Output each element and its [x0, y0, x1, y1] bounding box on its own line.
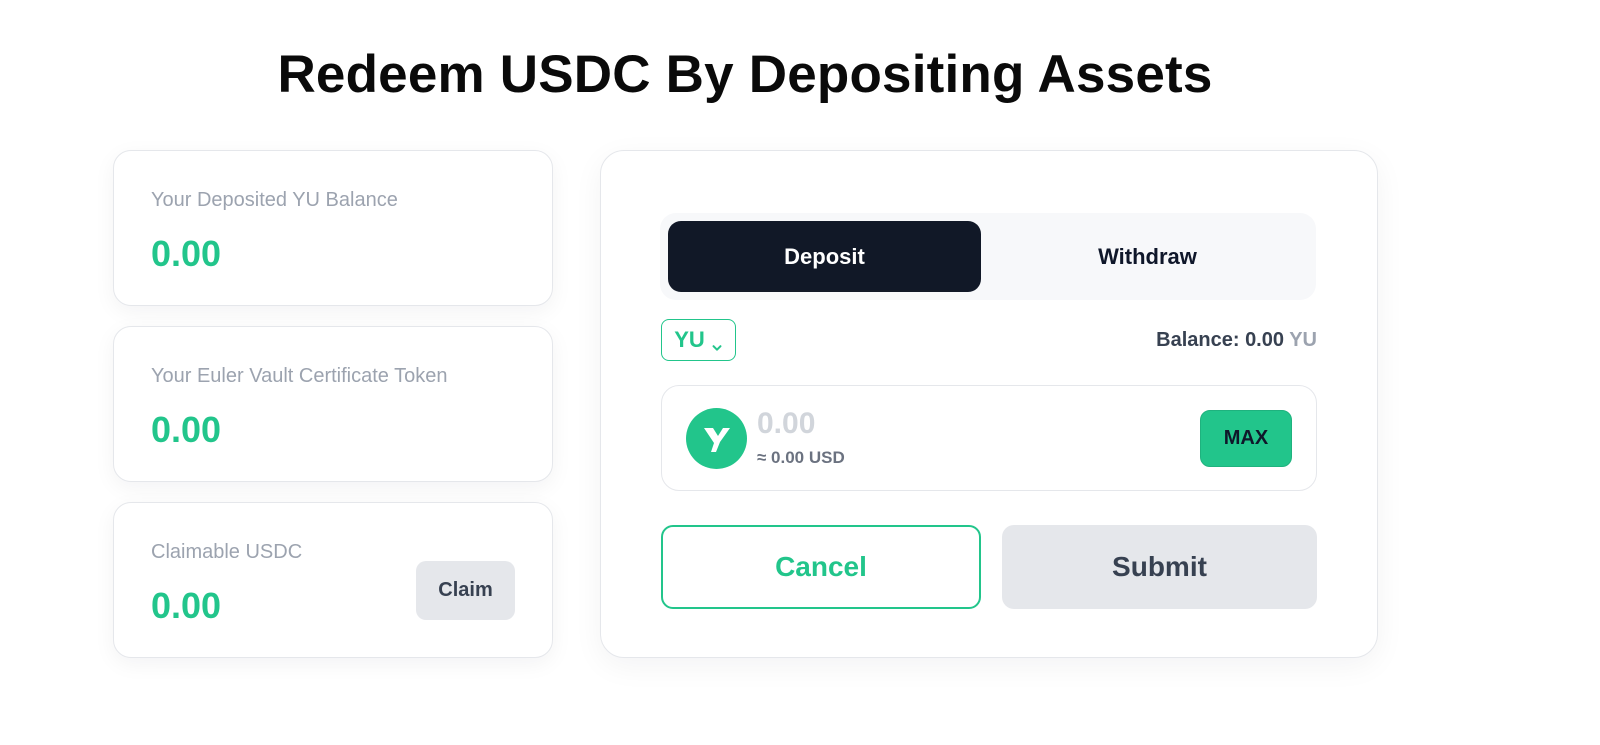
stat-value: 0.00 [151, 409, 222, 450]
yu-token-logo-icon [686, 408, 747, 469]
stat-label: Your Euler Vault Certificate Token [151, 365, 448, 387]
tab-deposit[interactable]: Deposit [668, 221, 981, 292]
stat-value: 0.00 [151, 233, 222, 274]
balance-display: Balance: 0.00 YU [1156, 329, 1317, 352]
chevron-down-icon [711, 334, 723, 351]
euler-vault-certificate-card: Your Euler Vault Certificate Token 0.00 [113, 326, 553, 482]
balance-unit: YU [1289, 329, 1317, 351]
page: Redeem USDC By Depositing Assets Your De… [0, 0, 1600, 745]
stat-label: Your Deposited YU Balance [151, 189, 398, 211]
tab-withdraw[interactable]: Withdraw [987, 221, 1308, 292]
amount-input[interactable] [757, 404, 1137, 444]
stat-label: Claimable USDC [151, 541, 303, 563]
token-select[interactable]: YU [661, 319, 736, 361]
deposit-withdraw-tabs: Deposit Withdraw [660, 213, 1316, 300]
deposited-yu-balance-card: Your Deposited YU Balance 0.00 [113, 150, 553, 306]
claim-button[interactable]: Claim [416, 561, 515, 620]
amount-box: ≈ 0.00 USD MAX [661, 385, 1317, 491]
token-select-value: YU [674, 327, 705, 352]
submit-button[interactable]: Submit [1002, 525, 1317, 609]
deposit-withdraw-card: Deposit Withdraw YU Balance: 0.00 YU ≈ [600, 150, 1378, 658]
usd-estimate: ≈ 0.00 USD [757, 448, 845, 467]
page-title: Redeem USDC By Depositing Assets [277, 45, 1213, 104]
max-button[interactable]: MAX [1200, 410, 1292, 467]
cancel-button[interactable]: Cancel [661, 525, 981, 609]
balance-value: 0.00 [1245, 329, 1284, 351]
balance-label: Balance: [1156, 329, 1240, 351]
claimable-usdc-card: Claimable USDC 0.00 Claim [113, 502, 553, 658]
stat-value: 0.00 [151, 585, 222, 626]
